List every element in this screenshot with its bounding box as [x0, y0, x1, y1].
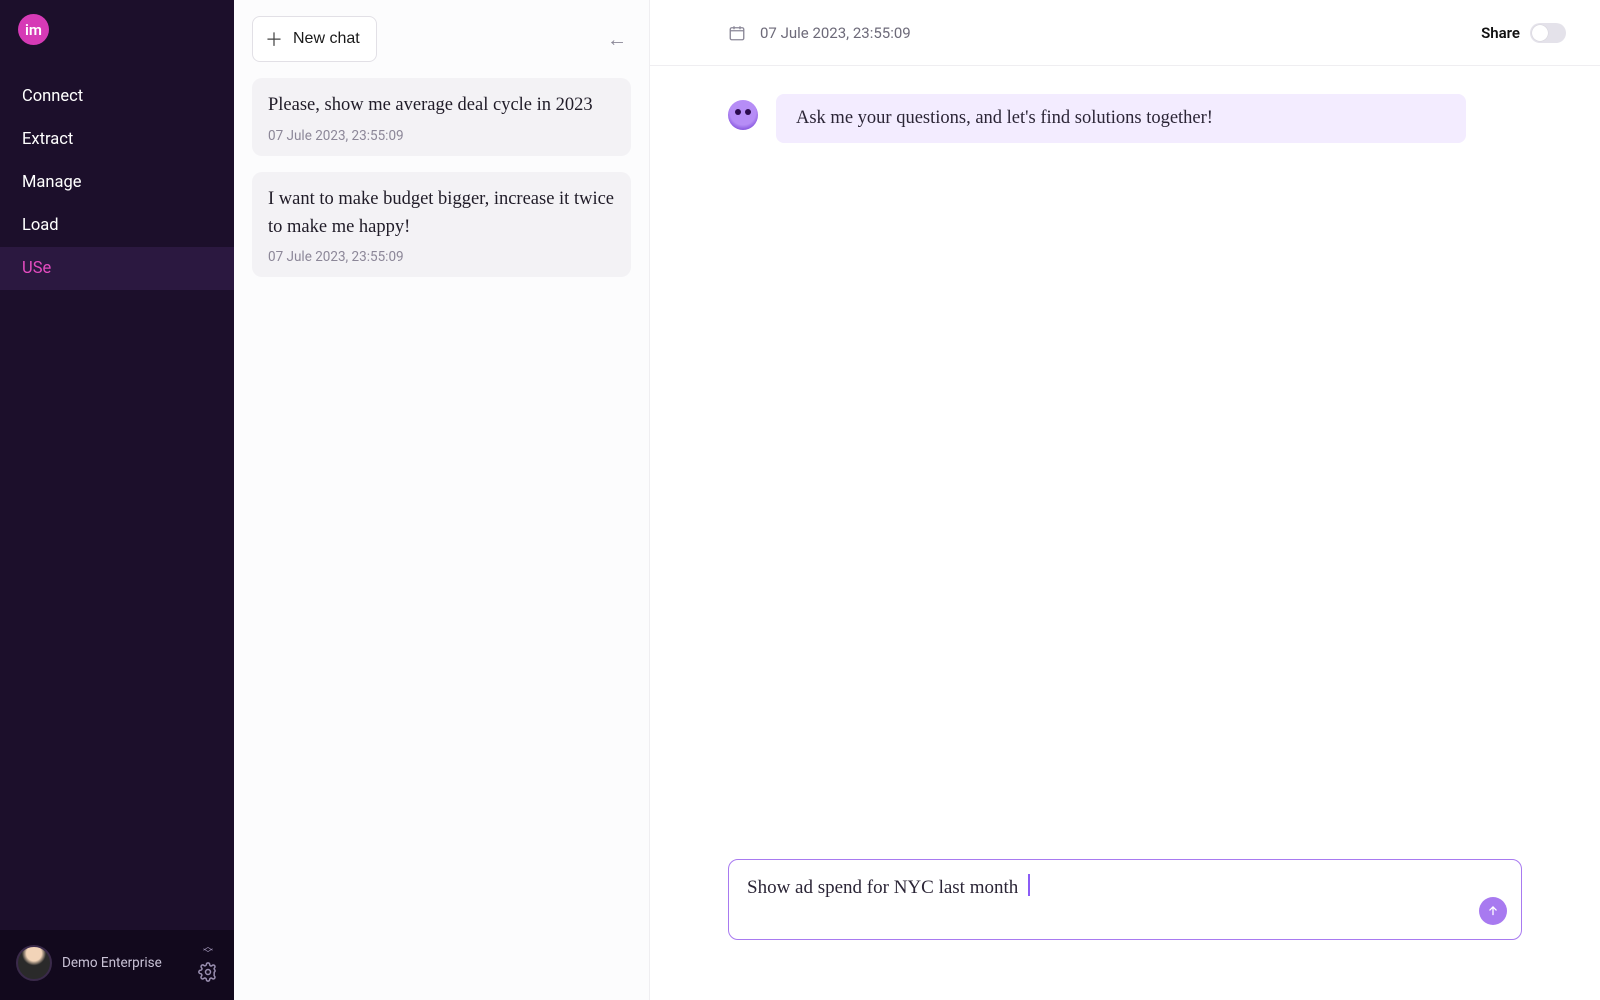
- brand-logo[interactable]: im: [18, 14, 49, 45]
- sidebar-item-connect[interactable]: Connect: [0, 75, 234, 118]
- sidebar-item-label: USe: [22, 259, 51, 278]
- bot-avatar-icon: [728, 100, 758, 130]
- brand-logo-text: im: [25, 21, 42, 39]
- chat-list-item[interactable]: I want to make budget bigger, increase i…: [252, 172, 631, 278]
- composer-area: Show ad spend for NYC last month: [650, 859, 1600, 1000]
- share-label: Share: [1481, 24, 1520, 42]
- gear-icon: [198, 962, 218, 982]
- sidebar-item-label: Manage: [22, 173, 81, 192]
- workspace-name: Demo Enterprise: [62, 955, 188, 971]
- chat-list-item-title: Please, show me average deal cycle in 20…: [268, 92, 615, 120]
- arrow-up-icon: [1486, 904, 1500, 918]
- settings-button[interactable]: [198, 962, 218, 982]
- chat-list-header: ＋ New chat ←: [252, 16, 631, 62]
- sidebar-item-extract[interactable]: Extract: [0, 118, 234, 161]
- chat-topbar: 07 Jule 2023, 23:55:09 Share: [650, 0, 1600, 66]
- share-control: Share: [1481, 23, 1566, 43]
- sidebar-item-label: Load: [22, 216, 59, 235]
- collapse-chatlist-button[interactable]: ←: [603, 25, 631, 53]
- message-input[interactable]: Show ad spend for NYC last month: [728, 859, 1522, 940]
- chat-main: 07 Jule 2023, 23:55:09 Share Ask me your…: [650, 0, 1600, 1000]
- sidebar: im Connect Extract Manage Load USe Demo …: [0, 0, 234, 1000]
- new-chat-label: New chat: [293, 30, 360, 48]
- sidebar-item-load[interactable]: Load: [0, 204, 234, 247]
- sidebar-footer-controls: ︿﹀: [198, 944, 218, 982]
- bot-message-bubble: Ask me your questions, and let's find so…: [776, 94, 1466, 143]
- sidebar-item-label: Extract: [22, 130, 73, 149]
- share-toggle[interactable]: [1530, 23, 1566, 43]
- sidebar-item-manage[interactable]: Manage: [0, 161, 234, 204]
- chat-list-item-title: I want to make budget bigger, increase i…: [268, 186, 615, 242]
- send-button[interactable]: [1479, 897, 1507, 925]
- sidebar-item-use[interactable]: USe: [0, 247, 234, 290]
- workspace-switcher[interactable]: ︿﹀: [203, 944, 213, 958]
- chat-list-panel: ＋ New chat ← Please, show me average dea…: [234, 0, 650, 1000]
- sidebar-nav: Connect Extract Manage Load USe: [0, 55, 234, 930]
- bot-message-row: Ask me your questions, and let's find so…: [728, 94, 1522, 143]
- new-chat-button[interactable]: ＋ New chat: [252, 16, 377, 62]
- calendar-icon: [728, 24, 746, 42]
- user-avatar[interactable]: [16, 945, 52, 981]
- bot-message-text: Ask me your questions, and let's find so…: [796, 108, 1213, 128]
- chat-list-item[interactable]: Please, show me average deal cycle in 20…: [252, 78, 631, 156]
- plus-icon: ＋: [265, 26, 283, 52]
- text-caret: [1028, 874, 1030, 896]
- logo-wrap: im: [0, 0, 234, 55]
- message-input-text: Show ad spend for NYC last month: [747, 877, 1018, 898]
- chat-list-item-timestamp: 07 Jule 2023, 23:55:09: [268, 249, 615, 265]
- sidebar-item-label: Connect: [22, 87, 83, 106]
- arrow-left-icon: ←: [607, 27, 627, 52]
- workspace-info: Demo Enterprise: [62, 955, 188, 971]
- chat-timestamp: 07 Jule 2023, 23:55:09: [760, 24, 1467, 42]
- chat-body: Ask me your questions, and let's find so…: [650, 66, 1600, 859]
- sidebar-footer: Demo Enterprise ︿﹀: [0, 930, 234, 1000]
- chat-list-item-timestamp: 07 Jule 2023, 23:55:09: [268, 128, 615, 144]
